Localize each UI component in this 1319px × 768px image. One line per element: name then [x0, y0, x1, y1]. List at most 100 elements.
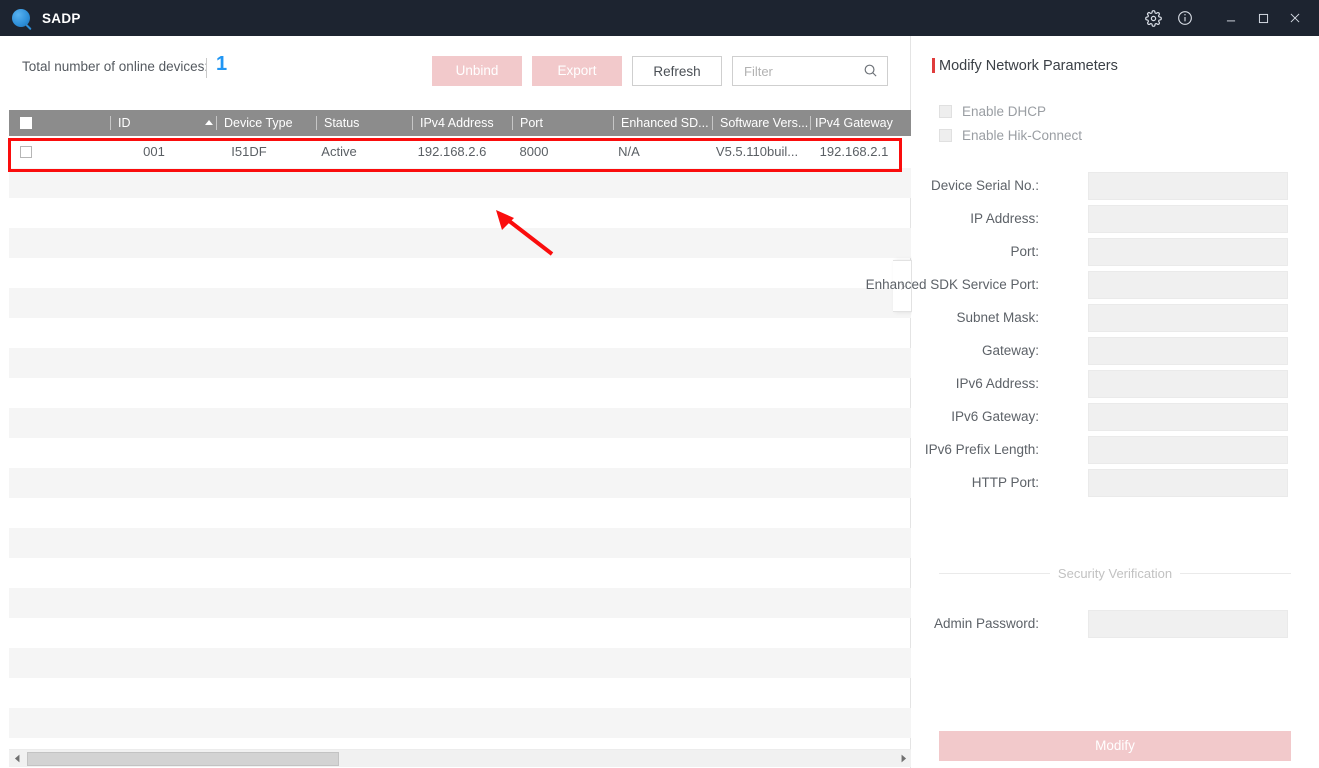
http-port-field: HTTP Port: — [912, 469, 1319, 497]
sadp-window: SADP Total number of online devices: 1 U… — [0, 0, 1319, 768]
device-serial-no-input[interactable] — [1088, 172, 1288, 200]
settings-button[interactable] — [1137, 0, 1169, 36]
search-icon[interactable] — [863, 63, 878, 83]
maximize-icon[interactable] — [1247, 0, 1279, 36]
empty-row — [9, 648, 911, 678]
cell-ipv4-address: 192.168.2.6 — [417, 144, 487, 159]
table-header: ID Device Type Status IPv4 Address Port … — [9, 110, 911, 136]
cell-id: 001 — [143, 144, 165, 159]
total-separator — [206, 58, 207, 78]
select-all-checkbox[interactable] — [20, 117, 32, 129]
column-header-status[interactable]: Status — [324, 110, 359, 136]
column-divider — [316, 116, 317, 130]
ipv6-gateway-input[interactable] — [1088, 403, 1288, 431]
unbind-button[interactable]: Unbind — [432, 56, 522, 86]
export-button[interactable]: Export — [532, 56, 622, 86]
column-divider — [613, 116, 614, 130]
column-divider — [712, 116, 713, 130]
column-header-id[interactable]: ID — [118, 110, 131, 136]
field-label: Enhanced SDK Service Port: — [865, 277, 1039, 292]
empty-row — [9, 288, 911, 318]
enable-dhcp-checkbox[interactable]: Enable DHCP — [939, 103, 1046, 119]
gateway-field: Gateway: — [912, 337, 1319, 365]
device-serial-no-field: Device Serial No.: — [912, 172, 1319, 200]
modify-network-parameters-panel: Modify Network Parameters Enable DHCP En… — [866, 36, 1319, 768]
ipv6-prefix-length-input[interactable] — [1088, 436, 1288, 464]
close-icon[interactable] — [1279, 0, 1311, 36]
column-divider — [810, 116, 811, 130]
column-header-device-type[interactable]: Device Type — [224, 110, 293, 136]
scroll-left-icon[interactable] — [9, 750, 25, 767]
checkbox-box[interactable] — [939, 104, 952, 118]
sadp-logo-icon — [12, 9, 30, 27]
cell-status: Active — [321, 144, 357, 159]
enable-hik-connect-checkbox[interactable]: Enable Hik-Connect — [939, 127, 1082, 143]
column-header-software-version[interactable]: Software Vers... — [720, 110, 808, 136]
window-controls-gap — [1201, 0, 1215, 36]
cell-enhanced-sdk: N/A — [618, 144, 640, 159]
field-label: Gateway: — [981, 343, 1039, 358]
http-port-input[interactable] — [1088, 469, 1288, 497]
filter-box — [732, 56, 888, 87]
title-bar: SADP — [0, 0, 1319, 36]
enhanced-sdk-service-port-input[interactable] — [1088, 271, 1288, 299]
column-divider — [110, 116, 111, 130]
admin-password-field: Admin Password: — [912, 610, 1319, 638]
ipv6-prefix-length-field: IPv6 Prefix Length: — [912, 436, 1319, 464]
app-title: SADP — [42, 10, 81, 26]
column-divider — [512, 116, 513, 130]
panel-accent-bar — [932, 58, 935, 73]
horizontal-scrollbar[interactable] — [9, 749, 911, 767]
security-verification-divider: Security Verification — [939, 565, 1292, 581]
cell-ipv4-gateway: 192.168.2.1 — [819, 144, 889, 159]
scroll-right-icon[interactable] — [895, 750, 911, 767]
empty-row — [9, 468, 911, 498]
divider-line-right — [1180, 572, 1292, 574]
device-toolbar: Total number of online devices: 1 Unbind… — [0, 36, 911, 102]
panel-title: Modify Network Parameters — [939, 58, 1118, 74]
enable-dhcp-label: Enable DHCP — [962, 103, 1047, 119]
column-header-ipv4-gateway[interactable]: IPv4 Gateway — [815, 110, 893, 136]
total-devices-label: Total number of online devices: — [22, 59, 209, 74]
empty-row — [9, 348, 911, 378]
info-icon[interactable] — [1169, 0, 1201, 36]
empty-row — [9, 588, 911, 618]
empty-row — [9, 228, 911, 258]
table-body: 001 I51DF Active 192.168.2.6 8000 N/A V5… — [0, 136, 911, 768]
checkbox-box[interactable] — [939, 128, 952, 142]
column-header-ipv4-address[interactable]: IPv4 Address — [420, 110, 494, 136]
refresh-button[interactable]: Refresh — [632, 56, 722, 86]
port-input[interactable] — [1088, 238, 1288, 266]
admin-password-input[interactable] — [1088, 610, 1288, 638]
enhanced-sdk-service-port-field: Enhanced SDK Service Port: — [866, 271, 1319, 299]
field-label: Device Serial No.: — [930, 178, 1039, 193]
row-checkbox[interactable] — [20, 146, 32, 158]
subnet-mask-input[interactable] — [1088, 304, 1288, 332]
ipv6-address-input[interactable] — [1088, 370, 1288, 398]
filter-input[interactable] — [742, 57, 856, 87]
modify-button[interactable]: Modify — [939, 731, 1291, 761]
field-label: Subnet Mask: — [956, 310, 1039, 325]
total-devices-count: 1 — [216, 53, 228, 75]
field-label: Port: — [1010, 244, 1039, 259]
field-label: IPv6 Prefix Length: — [924, 442, 1039, 457]
minimize-icon[interactable] — [1215, 0, 1247, 36]
gateway-input[interactable] — [1088, 337, 1288, 365]
column-header-port[interactable]: Port — [520, 110, 543, 136]
column-divider — [412, 116, 413, 130]
port-field: Port: — [912, 238, 1319, 266]
ip-address-input[interactable] — [1088, 205, 1288, 233]
table-row[interactable]: 001 I51DF Active 192.168.2.6 8000 N/A V5… — [9, 136, 911, 168]
sort-ascending-icon[interactable] — [205, 120, 213, 125]
empty-row — [9, 528, 911, 558]
column-header-enhanced-sdk[interactable]: Enhanced SD... — [621, 110, 709, 136]
scrollbar-thumb[interactable] — [27, 752, 339, 766]
empty-row — [9, 168, 911, 198]
enable-hik-connect-label: Enable Hik-Connect — [962, 127, 1083, 143]
field-label: Admin Password: — [933, 616, 1039, 631]
window-controls — [1137, 0, 1319, 36]
empty-row — [9, 708, 911, 738]
ipv6-gateway-field: IPv6 Gateway: — [912, 403, 1319, 431]
cell-software-version: V5.5.110buil... — [715, 144, 799, 159]
subnet-mask-field: Subnet Mask: — [912, 304, 1319, 332]
